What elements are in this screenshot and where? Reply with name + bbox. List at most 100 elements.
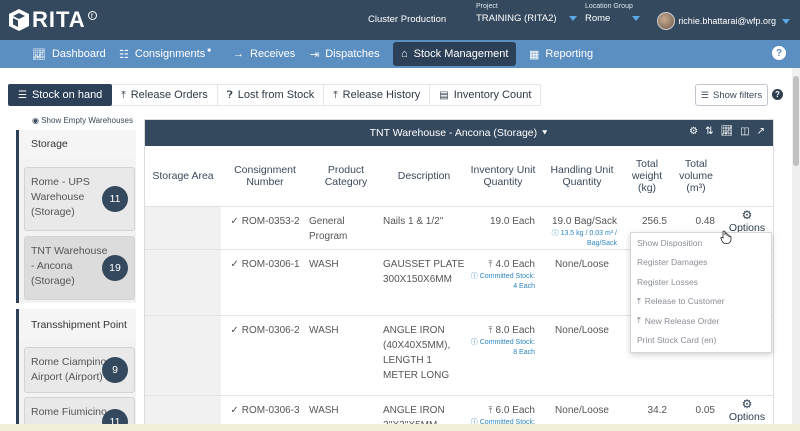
release-icon: ⤒ bbox=[121, 89, 126, 101]
nav-label: Receives bbox=[250, 48, 296, 60]
col-category[interactable]: Product Category bbox=[309, 146, 383, 207]
warehouse-name: TNT Warehouse - Ancona (Storage) bbox=[31, 245, 108, 287]
release-icon: ⤒ bbox=[637, 315, 641, 326]
menu-item-register-damages[interactable]: Register Damages bbox=[631, 253, 771, 273]
group-title: Transshipment Point bbox=[19, 309, 136, 341]
clipboard-icon: ▤ bbox=[439, 89, 449, 101]
show-empty-toggle[interactable]: ◉ Show Empty Warehouses bbox=[32, 116, 133, 125]
consignment-number[interactable]: ROM-0306-1 bbox=[242, 259, 300, 270]
committed-stock: Committed Stock: 4 Each bbox=[479, 272, 535, 290]
external-link-icon[interactable]: ↗ bbox=[757, 126, 765, 137]
location-group-label: Location Group bbox=[585, 3, 633, 10]
bottom-strip bbox=[0, 424, 800, 431]
project-selector[interactable]: Project TRAINING (RITA2) bbox=[476, 3, 577, 24]
project-label: Project bbox=[476, 3, 498, 10]
check-icon: ✓ bbox=[230, 215, 239, 227]
scroll-thumb[interactable] bbox=[793, 76, 799, 166]
nav-consignments[interactable]: ☷ Consignments ■ bbox=[111, 40, 219, 68]
sort-icon[interactable]: ⇅ bbox=[705, 126, 713, 137]
nav-receives[interactable]: → Receives bbox=[225, 40, 303, 68]
tab-inventory-count[interactable]: ▤ Inventory Count bbox=[430, 84, 542, 106]
col-options bbox=[721, 146, 773, 207]
location-group-value: Rome bbox=[585, 13, 611, 24]
nav-label: Stock Management bbox=[413, 48, 509, 60]
col-storage-area[interactable]: Storage Area bbox=[145, 146, 221, 207]
trademark-icon: r bbox=[87, 10, 97, 20]
panel-header: TNT Warehouse - Ancona (Storage) ⯆ ⚙ ⇅ 📈… bbox=[145, 120, 773, 146]
table-icon: ▦ bbox=[529, 48, 540, 61]
list-icon: ☷ bbox=[119, 48, 129, 61]
user-menu[interactable]: richie.bhattarai@wfp.org bbox=[657, 12, 790, 30]
location-group-selector[interactable]: Location Group Rome bbox=[585, 3, 641, 24]
menu-label: Print Stock Card (en) bbox=[637, 335, 717, 346]
col-inventory-qty[interactable]: Inventory Unit Quantity bbox=[465, 146, 541, 207]
menu-item-release-to-customer[interactable]: ⤒ Release to Customer bbox=[631, 292, 771, 312]
menu-item-show-disposition[interactable]: Show Disposition bbox=[631, 233, 771, 253]
help-icon[interactable]: ? bbox=[772, 89, 783, 100]
menu-label: Register Damages bbox=[637, 257, 708, 268]
warehouse-name: Rome - UPS Warehouse (Storage) bbox=[31, 176, 90, 218]
tab-release-history[interactable]: ⤒ Release History bbox=[324, 84, 431, 106]
handling-qty-detail: 13.5 kg / 0.03 m³ / Bag/Sack bbox=[560, 229, 617, 247]
sign-in-icon: → bbox=[233, 48, 244, 60]
description: GAUSSET PLATE 300X150X6MM bbox=[383, 249, 465, 316]
nav-dashboard[interactable]: 📈︎ Dashboard bbox=[24, 40, 114, 68]
col-weight[interactable]: Total weight (kg) bbox=[623, 146, 671, 207]
consignment-number[interactable]: ROM-0306-3 bbox=[242, 405, 300, 416]
page-scrollbar[interactable] bbox=[792, 68, 800, 431]
col-consignment[interactable]: Consignment Number bbox=[221, 146, 309, 207]
options-label: Options bbox=[728, 410, 766, 423]
cube-logo-icon bbox=[9, 9, 29, 31]
rita-logo[interactable]: RITA r bbox=[8, 7, 97, 33]
menu-item-new-release-order[interactable]: ⤒ New Release Order bbox=[631, 311, 771, 331]
chevron-down-icon bbox=[782, 18, 790, 24]
nav-label: Dispatches bbox=[325, 48, 380, 60]
tab-label: Stock on hand bbox=[31, 89, 103, 101]
options-dropdown: Show Disposition Register Damages Regist… bbox=[630, 232, 772, 353]
line-chart-icon[interactable]: 📈︎ bbox=[720, 126, 733, 137]
committed-stock: Committed Stock: 8 Each bbox=[479, 338, 535, 356]
warehouse-card-selected[interactable]: TNT Warehouse - Ancona (Storage) 19 bbox=[24, 236, 135, 300]
col-handling-qty[interactable]: Handling Unit Quantity bbox=[541, 146, 623, 207]
sign-out-icon: ⇥ bbox=[310, 48, 320, 61]
gear-icon: ⚙ bbox=[741, 207, 753, 222]
check-icon: ✓ bbox=[230, 404, 239, 416]
col-description[interactable]: Description bbox=[383, 146, 465, 207]
help-icon[interactable]: ? bbox=[772, 46, 786, 60]
nav-label: Reporting bbox=[545, 48, 594, 60]
inventory-qty: 4.0 Each bbox=[495, 258, 535, 270]
tab-label: Release Orders bbox=[130, 89, 208, 101]
columns-icon[interactable]: ◫ bbox=[740, 126, 749, 137]
app-name: RITA bbox=[32, 7, 86, 32]
menu-item-register-losses[interactable]: Register Losses bbox=[631, 272, 771, 292]
consignment-number[interactable]: ROM-0353-2 bbox=[242, 216, 300, 227]
warehouse-card[interactable]: Rome Ciampino Airport (Airport) 9 bbox=[24, 347, 135, 393]
warehouse-icon: ⌂ bbox=[401, 48, 408, 60]
warehouse-card[interactable]: Rome - UPS Warehouse (Storage) 11 bbox=[24, 167, 135, 231]
filter-icon: ☰ bbox=[700, 89, 709, 100]
release-icon: ⤒ bbox=[488, 324, 493, 335]
square-icon: ■ bbox=[207, 48, 211, 54]
menu-item-print-stock-card[interactable]: Print Stock Card (en) bbox=[631, 331, 771, 351]
description: ANGLE IRON (40X40X5MM), LENGTH 1 METER L… bbox=[383, 315, 465, 396]
tab-label: Release History bbox=[342, 89, 421, 101]
nav-label: Dashboard bbox=[51, 48, 106, 60]
tab-stock-on-hand[interactable]: ☰ Stock on hand bbox=[8, 84, 113, 106]
col-volume[interactable]: Total volume (m³) bbox=[671, 146, 721, 207]
question-circle-icon: ❓︎ bbox=[226, 89, 233, 101]
show-filters-button[interactable]: ☰ Show filters bbox=[695, 84, 768, 106]
inventory-qty: 6.0 Each bbox=[495, 404, 535, 416]
nav-dispatches[interactable]: ⇥ Dispatches bbox=[302, 40, 388, 68]
tab-release-orders[interactable]: ⤒ Release Orders bbox=[112, 84, 218, 106]
handling-qty: 19.0 Bag/Sack bbox=[551, 215, 617, 227]
group-storage: Storage Rome - UPS Warehouse (Storage) 1… bbox=[16, 130, 136, 303]
consignment-number[interactable]: ROM-0306-2 bbox=[242, 325, 300, 336]
nav-reporting[interactable]: ▦ Reporting bbox=[521, 40, 601, 68]
tab-lost-from-stock[interactable]: ❓︎ Lost from Stock bbox=[217, 84, 325, 106]
info-icon: ⓘ bbox=[551, 229, 559, 237]
main-nav: 📈︎ Dashboard ☷ Consignments ■ → Receives… bbox=[0, 40, 800, 68]
nav-stock-management[interactable]: ⌂ Stock Management bbox=[393, 42, 517, 66]
chevron-double-down-icon[interactable]: ⯆ bbox=[541, 128, 548, 139]
gear-icon[interactable]: ⚙ bbox=[689, 126, 698, 137]
handling-qty: None/Loose bbox=[541, 249, 623, 316]
